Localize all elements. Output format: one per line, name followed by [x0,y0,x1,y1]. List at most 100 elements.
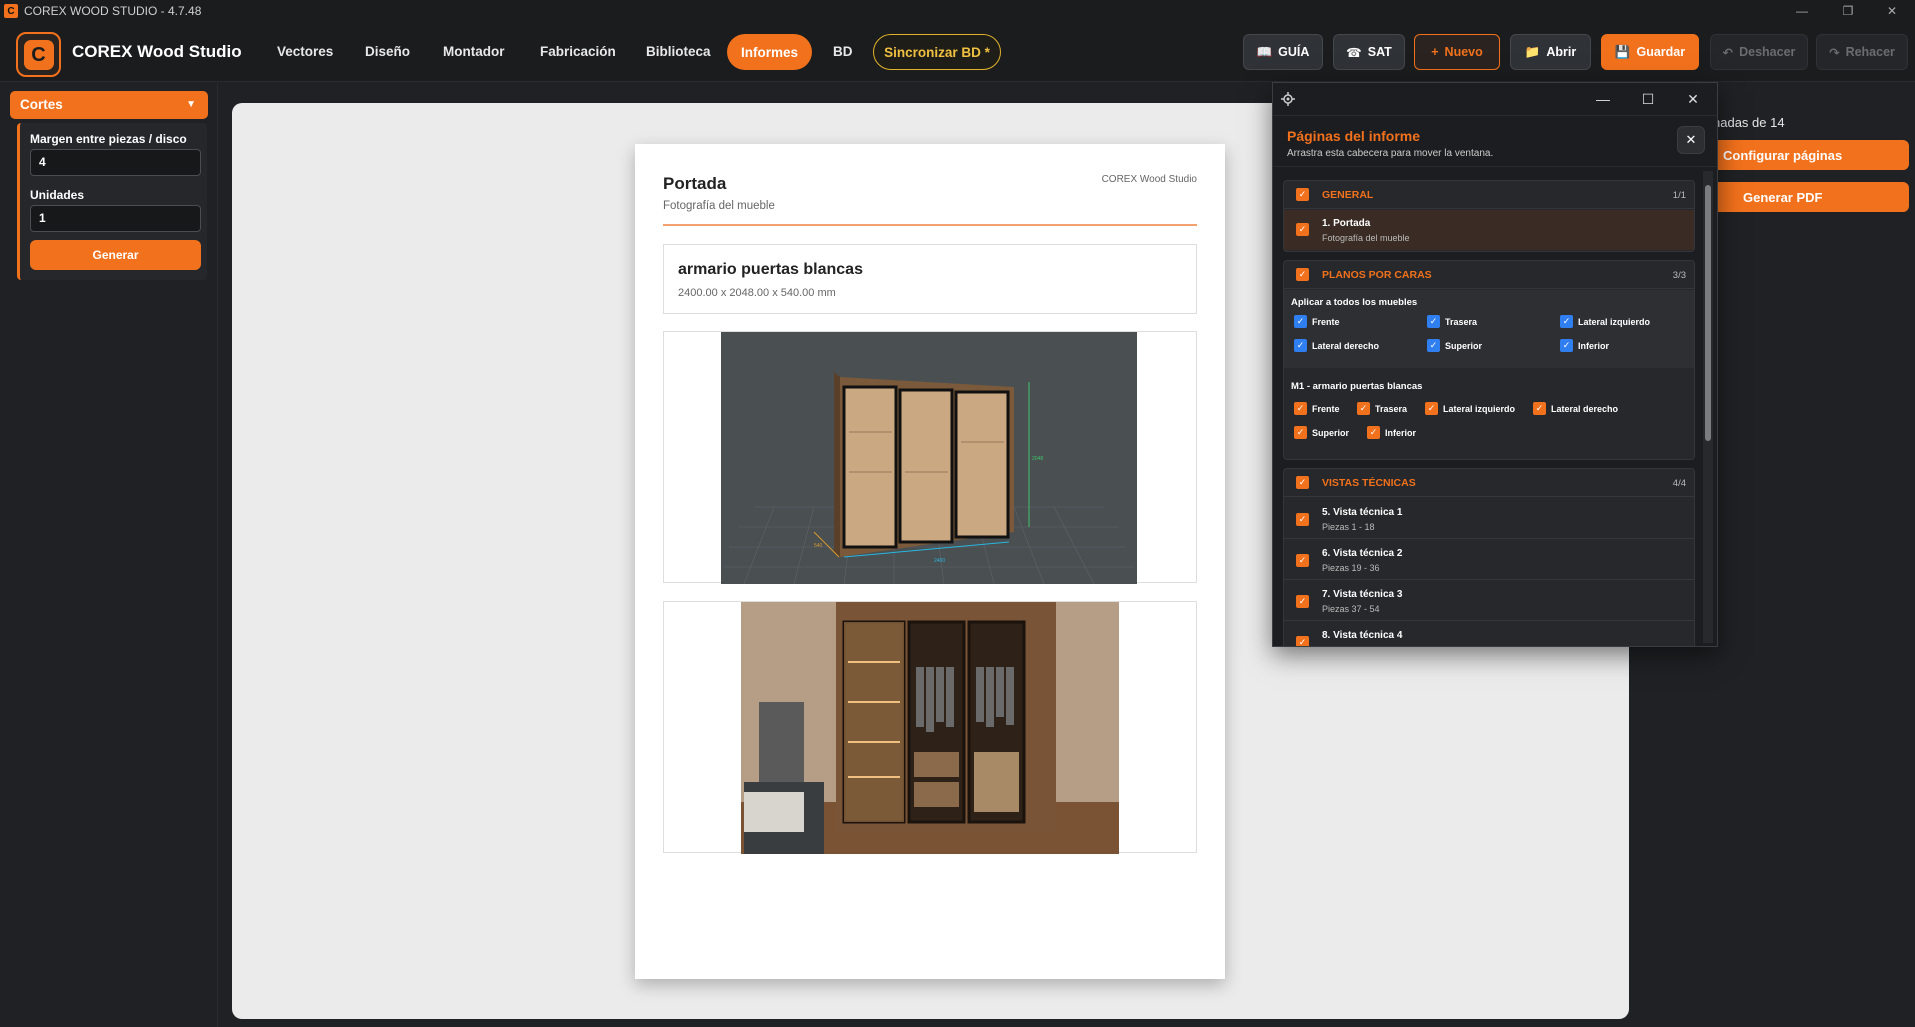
m1-superior-checkbox[interactable]: ✓ [1294,426,1307,439]
left-sidebar: Cortes ▼ Margen entre piezas / disco 4 U… [0,83,218,1027]
section-general-title: GENERAL [1322,189,1374,201]
minimize-icon[interactable]: — [1782,0,1822,22]
redo-icon: ↷ [1829,45,1840,60]
restore-icon[interactable]: ❐ [1828,0,1868,22]
vista-3-sub: Piezas 37 - 54 [1322,604,1380,614]
section-vistas-checkbox[interactable]: ✓ [1296,476,1309,489]
furniture-m1-label: M1 - armario puertas blancas [1291,381,1423,392]
vista-2-sub: Piezas 19 - 36 [1322,563,1380,573]
nav-diseno[interactable]: Diseño [365,44,410,59]
vista-4-checkbox[interactable]: ✓ [1296,636,1309,646]
all-lateral-der-checkbox[interactable]: ✓ [1294,339,1307,352]
dialog-drag-header[interactable]: Páginas del informe Arrastra esta cabece… [1273,115,1717,167]
vista-3-checkbox[interactable]: ✓ [1296,595,1309,608]
plus-icon: + [1431,45,1439,59]
page-item-vista-1[interactable]: ✓ 5. Vista técnica 1 Piezas 1 - 18 [1284,499,1694,539]
m1-inferior-checkbox[interactable]: ✓ [1367,426,1380,439]
m1-frente-checkbox[interactable]: ✓ [1294,402,1307,415]
all-inferior-checkbox[interactable]: ✓ [1560,339,1573,352]
vista-2-checkbox[interactable]: ✓ [1296,554,1309,567]
generate-cuts-button[interactable]: Generar [30,240,201,270]
nav-fabricacion[interactable]: Fabricación [540,44,616,59]
all-frente-label: Frente [1312,317,1340,327]
page-subtitle: Fotografía del mueble [663,200,775,212]
nav-vectores[interactable]: Vectores [277,44,333,59]
page-item-vista-3[interactable]: ✓ 7. Vista técnica 3 Piezas 37 - 54 [1284,581,1694,621]
guide-button[interactable]: 📖 GUÍA [1243,34,1323,70]
page-portada-sub: Fotografía del mueble [1322,233,1410,243]
all-lateral-izq-checkbox[interactable]: ✓ [1560,315,1573,328]
page-item-portada[interactable]: ✓ 1. Portada Fotografía del mueble [1284,210,1694,250]
section-planos-count: 3/3 [1672,270,1686,281]
m1-lateral-izq-checkbox[interactable]: ✓ [1425,402,1438,415]
all-lateral-der-label: Lateral derecho [1312,341,1380,351]
section-vistas-header: ✓ VISTAS TÉCNICAS 4/4 [1284,469,1694,497]
units-input[interactable]: 1 [30,205,201,232]
dialog-scrollbar[interactable] [1703,171,1713,643]
m1-superior-label: Superior [1312,428,1350,438]
nav-bd[interactable]: BD [833,44,853,59]
m1-trasera-label: Trasera [1375,404,1408,414]
section-vistas-count: 4/4 [1672,478,1686,489]
open-button[interactable]: 📁 Abrir [1510,34,1591,70]
scrollbar-thumb[interactable] [1705,185,1711,441]
window-title: COREX WOOD STUDIO - 4.7.48 [24,4,202,18]
dialog-titlebar[interactable]: — ☐ ✕ [1273,83,1717,115]
save-icon: 💾 [1614,44,1631,59]
page-item-vista-4[interactable]: ✓ 8. Vista técnica 4 [1284,622,1694,646]
nav-informes[interactable]: Informes [727,34,812,70]
redo-button[interactable]: ↷ Rehacer [1816,34,1908,70]
m1-inferior-label: Inferior [1385,428,1417,438]
sync-db-button[interactable]: Sincronizar BD * [873,34,1001,70]
dialog-close-window-icon[interactable]: ✕ [1673,83,1713,115]
cortes-section-title: Cortes [20,97,63,112]
page-portada-checkbox[interactable]: ✓ [1296,223,1309,236]
nav-biblioteca[interactable]: Biblioteca [646,44,711,59]
undo-label: Deshacer [1739,45,1796,59]
generate-pdf-button[interactable]: Generar PDF [1713,182,1909,212]
cortes-section-header[interactable]: Cortes ▼ [10,91,208,119]
furniture-dimensions: 2400.00 x 2048.00 x 540.00 mm [678,287,836,299]
vista-1-checkbox[interactable]: ✓ [1296,513,1309,526]
guide-label: GUÍA [1278,45,1310,59]
all-trasera-checkbox[interactable]: ✓ [1427,315,1440,328]
apply-all-panel: Aplicar a todos los muebles ✓ Frente ✓ T… [1284,290,1694,368]
m1-lateral-der-checkbox[interactable]: ✓ [1533,402,1546,415]
dialog-maximize-icon[interactable]: ☐ [1628,83,1668,115]
page-item-vista-2[interactable]: ✓ 6. Vista técnica 2 Piezas 19 - 36 [1284,540,1694,580]
brand-name: COREX Wood Studio [72,42,242,61]
save-button[interactable]: 💾 Guardar [1601,34,1699,70]
units-label: Unidades [30,188,85,202]
sat-button[interactable]: ☎ SAT [1333,34,1405,70]
close-icon[interactable]: ✕ [1677,126,1705,154]
vista-4-name: 8. Vista técnica 4 [1322,630,1403,641]
m1-trasera-checkbox[interactable]: ✓ [1357,402,1370,415]
height-dimension-label: 2048 [1032,456,1043,462]
configure-pages-button[interactable]: Configurar páginas [1713,140,1909,170]
m1-frente-label: Frente [1312,404,1340,414]
cortes-panel: Margen entre piezas / disco 4 Unidades 1… [17,123,207,280]
all-superior-checkbox[interactable]: ✓ [1427,339,1440,352]
section-vistas: ✓ VISTAS TÉCNICAS 4/4 ✓ 5. Vista técnica… [1283,468,1695,646]
section-planos-checkbox[interactable]: ✓ [1296,268,1309,281]
redo-label: Rehacer [1845,45,1895,59]
apply-all-label: Aplicar a todos los muebles [1291,297,1418,308]
render-3d-image: 2048 2400 540 [721,332,1137,585]
top-navigation: C COREX Wood Studio Vectores Diseño Mont… [0,22,1915,82]
section-general-checkbox[interactable]: ✓ [1296,188,1309,201]
gear-icon [1281,92,1295,106]
all-frente-checkbox[interactable]: ✓ [1294,315,1307,328]
dialog-minimize-icon[interactable]: — [1583,83,1623,115]
nav-montador[interactable]: Montador [443,44,505,59]
section-general: ✓ GENERAL 1/1 ✓ 1. Portada Fotografía de… [1283,180,1695,252]
margin-input[interactable]: 4 [30,149,201,176]
section-planos-title: PLANOS POR CARAS [1322,269,1432,281]
dialog-body: ✓ GENERAL 1/1 ✓ 1. Portada Fotografía de… [1273,168,1701,646]
vista-1-sub: Piezas 1 - 18 [1322,522,1375,532]
m1-lateral-der-label: Lateral derecho [1551,404,1619,414]
new-button[interactable]: + Nuevo [1414,34,1500,70]
close-window-icon[interactable]: ✕ [1872,0,1912,22]
section-vistas-title: VISTAS TÉCNICAS [1322,477,1416,489]
undo-button[interactable]: ↶ Deshacer [1710,34,1808,70]
open-label: Abrir [1546,45,1577,59]
